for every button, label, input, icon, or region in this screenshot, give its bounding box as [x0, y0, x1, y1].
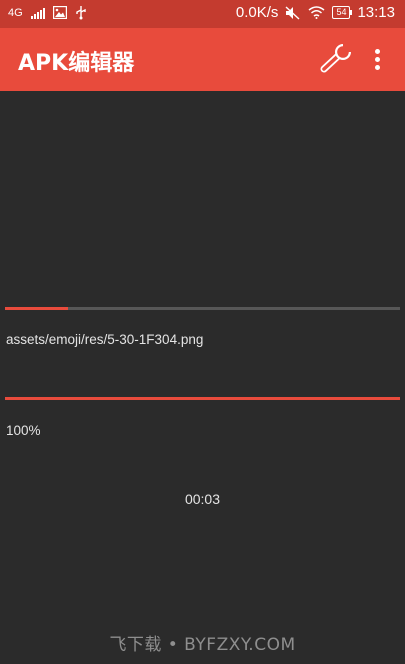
more-options-icon[interactable] [368, 46, 386, 74]
overall-progress-bar [5, 397, 400, 400]
wifi-icon [308, 6, 325, 19]
file-progress-fill [5, 307, 69, 310]
file-progress-bar [5, 307, 400, 310]
current-file-label: assets/emoji/res/5-30-1F304.png [6, 332, 204, 347]
clock: 13:13 [357, 4, 395, 21]
mute-icon [285, 5, 300, 20]
wrench-icon[interactable] [319, 42, 355, 76]
app-bar: APK编辑器 [0, 28, 405, 91]
status-bar: 4G 0.0K/s 54 13:13 [0, 0, 405, 28]
watermark: 飞下载 • BYFZXY.COM [109, 635, 296, 655]
battery-icon: 54 [332, 6, 353, 19]
usb-icon [75, 6, 86, 20]
percent-label: 100% [6, 423, 41, 438]
app-title: APK编辑器 [18, 51, 135, 76]
status-right: 0.0K/s 54 13:13 [236, 4, 395, 21]
status-left: 4G [8, 5, 87, 20]
signal-icon [30, 7, 45, 19]
elapsed-time: 00:03 [184, 491, 221, 507]
network-label: 4G [8, 6, 23, 19]
image-icon [52, 6, 67, 19]
overall-progress-fill [5, 397, 400, 400]
network-speed: 0.0K/s [235, 4, 279, 21]
